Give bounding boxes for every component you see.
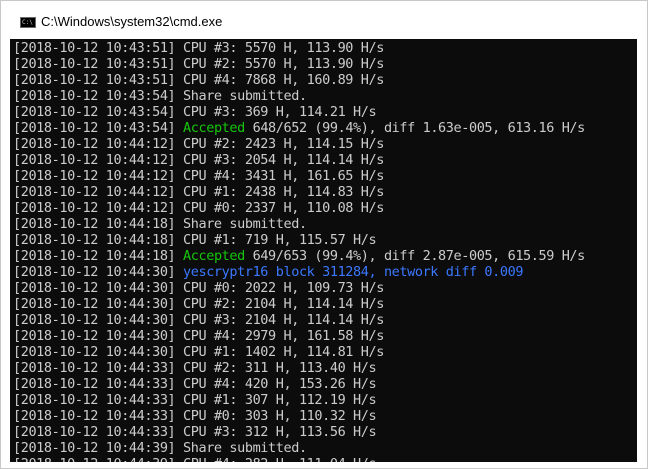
console-line: [2018-10-12 10:44:30] yescryptr16 block … (13, 264, 637, 280)
message: CPU #3: 5570 H, 113.90 H/s (175, 40, 384, 56)
message: CPU #4: 420 H, 153.26 H/s (175, 376, 377, 392)
timestamp: [2018-10-12 10:44:33] (13, 392, 176, 408)
message: CPU #1: 1402 H, 114.81 H/s (175, 344, 384, 360)
console-line: [2018-10-12 10:44:12] CPU #0: 2337 H, 11… (13, 200, 637, 216)
message: CPU #0: 2022 H, 109.73 H/s (175, 280, 384, 296)
timestamp: [2018-10-12 10:43:54] (13, 88, 176, 104)
cmd-icon: C:\ (20, 17, 36, 28)
message: CPU #1: 307 H, 112.19 H/s (175, 392, 377, 408)
timestamp: [2018-10-12 10:44:12] (13, 200, 176, 216)
timestamp: [2018-10-12 10:44:33] (13, 424, 176, 440)
message: CPU #3: 2054 H, 114.14 H/s (175, 152, 384, 168)
console-line: [2018-10-12 10:44:33] CPU #0: 303 H, 110… (13, 408, 637, 424)
message: CPU #0: 2337 H, 110.08 H/s (175, 200, 384, 216)
timestamp: [2018-10-12 10:44:12] (13, 184, 176, 200)
message: CPU #3: 2104 H, 114.14 H/s (175, 312, 384, 328)
message: Share submitted. (175, 440, 307, 456)
console-line: [2018-10-12 10:44:12] CPU #2: 2423 H, 11… (13, 136, 637, 152)
message: CPU #4: 7868 H, 160.89 H/s (175, 72, 384, 88)
console-line: [2018-10-12 10:44:39] CPU #4: 282 H, 111… (13, 456, 637, 462)
console-line: [2018-10-12 10:44:39] Share submitted. (13, 440, 637, 456)
message: CPU #2: 2104 H, 114.14 H/s (175, 296, 384, 312)
title-bar[interactable]: C:\ C:\Windows\system32\cmd.exe (1, 1, 647, 39)
timestamp: [2018-10-12 10:44:18] (13, 216, 176, 232)
timestamp: [2018-10-12 10:44:33] (13, 360, 176, 376)
timestamp: [2018-10-12 10:43:51] (13, 72, 176, 88)
console-line: [2018-10-12 10:44:30] CPU #0: 2022 H, 10… (13, 280, 637, 296)
message: CPU #0: 303 H, 110.32 H/s (175, 408, 377, 424)
window-title: C:\Windows\system32\cmd.exe (41, 14, 223, 29)
console-line: [2018-10-12 10:44:18] Share submitted. (13, 216, 637, 232)
console-line: [2018-10-12 10:44:30] CPU #1: 1402 H, 11… (13, 344, 637, 360)
timestamp: [2018-10-12 10:44:12] (13, 136, 176, 152)
console-line: [2018-10-12 10:44:30] CPU #4: 2979 H, 16… (13, 328, 637, 344)
block-message: yescryptr16 block 311284, network diff 0… (175, 264, 524, 280)
timestamp: [2018-10-12 10:44:30] (13, 344, 176, 360)
console-output[interactable]: [2018-10-12 10:43:51] CPU #3: 5570 H, 11… (10, 39, 637, 462)
timestamp: [2018-10-12 10:43:54] (13, 104, 176, 120)
timestamp: [2018-10-12 10:44:30] (13, 296, 176, 312)
console-line: [2018-10-12 10:44:33] CPU #2: 311 H, 113… (13, 360, 637, 376)
message: CPU #1: 2438 H, 114.83 H/s (175, 184, 384, 200)
timestamp: [2018-10-12 10:44:33] (13, 376, 176, 392)
timestamp: [2018-10-12 10:44:39] (13, 440, 176, 456)
message: CPU #3: 312 H, 113.56 H/s (175, 424, 377, 440)
timestamp: [2018-10-12 10:44:30] (13, 280, 176, 296)
message: CPU #2: 2423 H, 114.15 H/s (175, 136, 384, 152)
console-line: [2018-10-12 10:44:12] CPU #3: 2054 H, 11… (13, 152, 637, 168)
timestamp: [2018-10-12 10:44:18] (13, 248, 176, 264)
console-line: [2018-10-12 10:43:51] CPU #2: 5570 H, 11… (13, 56, 637, 72)
console-lines: [2018-10-12 10:43:51] CPU #3: 5570 H, 11… (13, 40, 637, 462)
message: CPU #2: 5570 H, 113.90 H/s (175, 56, 384, 72)
console-line: [2018-10-12 10:44:33] CPU #1: 307 H, 112… (13, 392, 637, 408)
timestamp: [2018-10-12 10:44:30] (13, 312, 176, 328)
message: CPU #3: 369 H, 114.21 H/s (175, 104, 377, 120)
cmd-window: C:\ C:\Windows\system32\cmd.exe [2018-10… (0, 0, 648, 469)
console-line: [2018-10-12 10:43:54] Share submitted. (13, 88, 637, 104)
console-line: [2018-10-12 10:44:30] CPU #2: 2104 H, 11… (13, 296, 637, 312)
console-line: [2018-10-12 10:43:54] CPU #3: 369 H, 114… (13, 104, 637, 120)
console-line: [2018-10-12 10:44:18] Accepted 649/653 (… (13, 248, 637, 264)
message: CPU #4: 3431 H, 161.65 H/s (175, 168, 384, 184)
console-line: [2018-10-12 10:43:51] CPU #4: 7868 H, 16… (13, 72, 637, 88)
message: CPU #1: 719 H, 115.57 H/s (175, 232, 377, 248)
timestamp: [2018-10-12 10:44:30] (13, 328, 176, 344)
timestamp: [2018-10-12 10:43:51] (13, 56, 176, 72)
message: 648/652 (99.4%), diff 1.63e-005, 613.16 … (244, 120, 586, 136)
console-line: [2018-10-12 10:43:51] CPU #3: 5570 H, 11… (13, 40, 637, 56)
timestamp: [2018-10-12 10:44:12] (13, 152, 176, 168)
timestamp: [2018-10-12 10:44:33] (13, 408, 176, 424)
message: CPU #4: 282 H, 111.04 H/s (175, 456, 377, 462)
console-line: [2018-10-12 10:44:30] CPU #3: 2104 H, 11… (13, 312, 637, 328)
console-line: [2018-10-12 10:44:12] CPU #1: 2438 H, 11… (13, 184, 637, 200)
console-line: [2018-10-12 10:44:33] CPU #3: 312 H, 113… (13, 424, 637, 440)
timestamp: [2018-10-12 10:43:54] (13, 120, 176, 136)
message: CPU #4: 2979 H, 161.58 H/s (175, 328, 384, 344)
message: CPU #2: 311 H, 113.40 H/s (175, 360, 377, 376)
message: Share submitted. (175, 88, 307, 104)
timestamp: [2018-10-12 10:44:39] (13, 456, 176, 462)
console-line: [2018-10-12 10:44:12] CPU #4: 3431 H, 16… (13, 168, 637, 184)
message: 649/653 (99.4%), diff 2.87e-005, 615.59 … (244, 248, 586, 264)
accepted-label: Accepted (183, 248, 245, 264)
timestamp: [2018-10-12 10:43:51] (13, 40, 176, 56)
timestamp: [2018-10-12 10:44:18] (13, 232, 176, 248)
accepted-label: Accepted (183, 120, 245, 136)
console-line: [2018-10-12 10:44:33] CPU #4: 420 H, 153… (13, 376, 637, 392)
timestamp: [2018-10-12 10:44:12] (13, 168, 176, 184)
console-line: [2018-10-12 10:43:54] Accepted 648/652 (… (13, 120, 637, 136)
console-line: [2018-10-12 10:44:18] CPU #1: 719 H, 115… (13, 232, 637, 248)
message: Share submitted. (175, 216, 307, 232)
timestamp: [2018-10-12 10:44:30] (13, 264, 176, 280)
